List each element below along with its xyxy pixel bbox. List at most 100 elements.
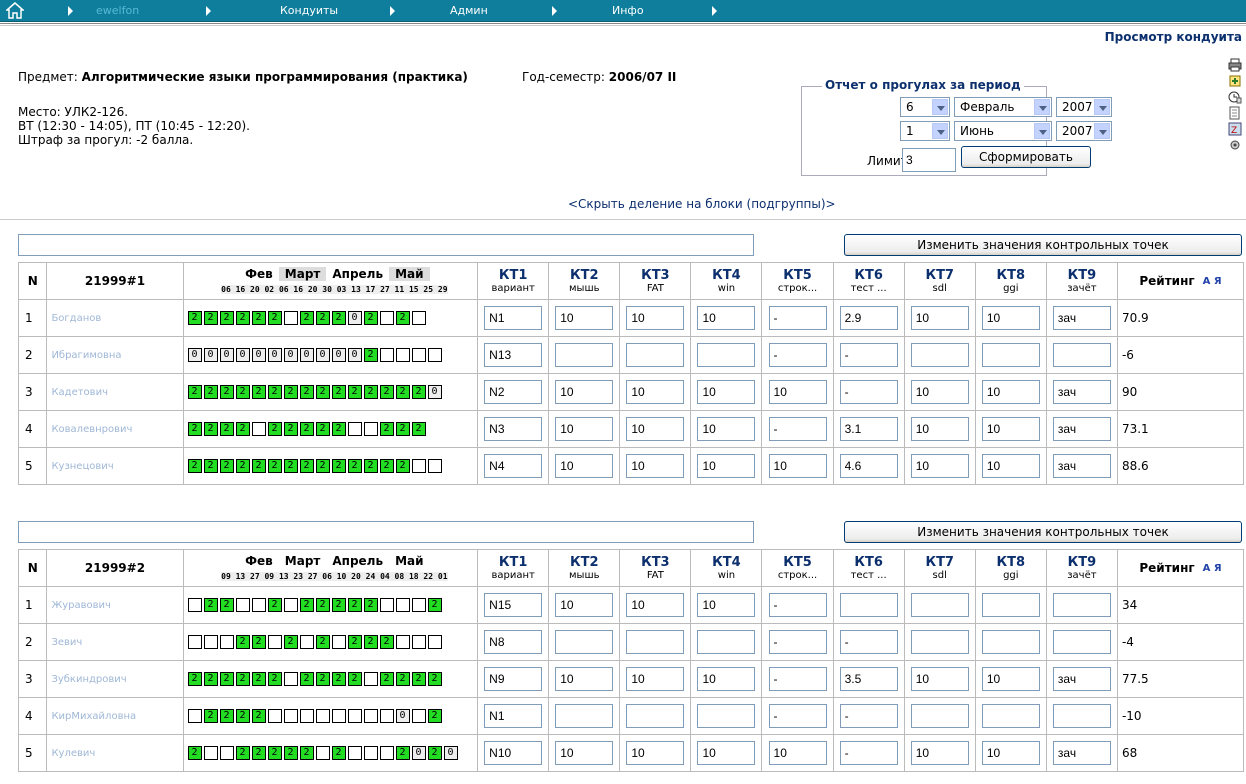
kt3-input[interactable]	[626, 380, 685, 404]
kt8-input[interactable]	[981, 630, 1040, 654]
attendance-box[interactable]: 2	[251, 672, 266, 687]
kt5-input[interactable]	[768, 306, 827, 330]
kt3-input[interactable]	[626, 417, 685, 441]
attendance-box[interactable]: 2	[315, 459, 330, 474]
kt5-input[interactable]	[768, 741, 827, 765]
attendance-box[interactable]: 2	[219, 459, 234, 474]
student-name[interactable]: Богданов	[46, 299, 184, 337]
kt6-input[interactable]	[839, 741, 898, 765]
kt6-input[interactable]	[839, 704, 898, 728]
attendance-box[interactable]	[379, 598, 394, 613]
column-kt7[interactable]: КТ7 sdl	[903, 549, 976, 587]
kt3-input[interactable]	[626, 630, 685, 654]
attendance-box[interactable]: 2	[427, 672, 442, 687]
column-kt6[interactable]: КТ6 тест ...	[832, 262, 905, 300]
kt1-input[interactable]	[484, 343, 543, 367]
kt5-input[interactable]	[768, 630, 827, 654]
kt2-input[interactable]	[555, 667, 614, 691]
attendance-box[interactable]: 2	[331, 311, 346, 326]
attendance-box[interactable]: 2	[203, 311, 218, 326]
settings-icon[interactable]	[1228, 138, 1242, 152]
attendance-box[interactable]	[395, 635, 410, 650]
attendance-box[interactable]	[379, 348, 394, 363]
kt7-input[interactable]	[910, 306, 969, 330]
kt3-input[interactable]	[626, 704, 685, 728]
column-rating[interactable]: Рейтинг А Я	[1116, 262, 1245, 300]
kt9-input[interactable]	[1052, 741, 1111, 765]
attendance-box[interactable]	[283, 311, 298, 326]
attendance-box[interactable]	[235, 598, 250, 613]
attendance-box[interactable]	[283, 672, 298, 687]
attendance-box[interactable]: 2	[203, 422, 218, 437]
attendance-box[interactable]: 2	[219, 672, 234, 687]
to-year-select[interactable]: 2007	[1056, 121, 1112, 141]
attendance-box[interactable]: 2	[379, 459, 394, 474]
kt2-input[interactable]	[555, 417, 614, 441]
attendance-box[interactable]	[283, 598, 298, 613]
attendance-box[interactable]: 2	[203, 709, 218, 724]
attendance-box[interactable]: 2	[235, 459, 250, 474]
kt4-input[interactable]	[697, 306, 756, 330]
kt4-input[interactable]	[697, 741, 756, 765]
attendance-box[interactable]: 0	[411, 746, 426, 761]
kt8-input[interactable]	[981, 704, 1040, 728]
column-kt7[interactable]: КТ7 sdl	[903, 262, 976, 300]
sort-icon[interactable]: А Я	[1203, 564, 1222, 574]
attendance-box[interactable]: 2	[315, 635, 330, 650]
column-kt1[interactable]: КТ1 вариант	[477, 262, 550, 300]
attendance-box[interactable]: 2	[203, 672, 218, 687]
kt4-input[interactable]	[697, 704, 756, 728]
kt4-input[interactable]	[697, 454, 756, 478]
student-name[interactable]: Журавович	[46, 586, 184, 624]
attendance-box[interactable]	[363, 709, 378, 724]
attendance-box[interactable]: 2	[315, 672, 330, 687]
attendance-box[interactable]: 2	[251, 709, 266, 724]
kt1-input[interactable]	[484, 741, 543, 765]
attendance-box[interactable]: 2	[219, 311, 234, 326]
column-kt3[interactable]: КТ3 FAT	[619, 549, 692, 587]
kt1-input[interactable]	[484, 593, 543, 617]
attendance-box[interactable]: 2	[411, 422, 426, 437]
attendance-box[interactable]: 2	[203, 385, 218, 400]
from-day-select[interactable]: 6	[900, 97, 950, 117]
kt3-input[interactable]	[626, 741, 685, 765]
kt1-input[interactable]	[484, 380, 543, 404]
kt5-input[interactable]	[768, 593, 827, 617]
kt8-input[interactable]	[981, 343, 1040, 367]
kt4-input[interactable]	[697, 417, 756, 441]
attendance-box[interactable]: 2	[219, 385, 234, 400]
attendance-box[interactable]: 2	[331, 422, 346, 437]
attendance-box[interactable]: 2	[347, 385, 362, 400]
attendance-box[interactable]	[427, 635, 442, 650]
column-kt5[interactable]: КТ5 строк...	[761, 262, 834, 300]
attendance-box[interactable]: 0	[427, 385, 442, 400]
kt5-input[interactable]	[768, 454, 827, 478]
attendance-box[interactable]	[411, 459, 426, 474]
attendance-box[interactable]: 2	[379, 635, 394, 650]
attendance-box[interactable]: 2	[251, 311, 266, 326]
kt9-input[interactable]	[1052, 704, 1111, 728]
to-day-select[interactable]: 1	[900, 121, 950, 141]
nav-item-info[interactable]: Инфо	[612, 4, 644, 17]
attendance-box[interactable]	[251, 598, 266, 613]
kt9-input[interactable]	[1052, 343, 1111, 367]
attendance-box[interactable]: 2	[395, 422, 410, 437]
attendance-box[interactable]: 0	[235, 348, 250, 363]
attendance-box[interactable]: 2	[283, 635, 298, 650]
attendance-box[interactable]: 0	[283, 348, 298, 363]
from-month-select[interactable]: Февраль	[954, 97, 1052, 117]
attendance-box[interactable]: 2	[283, 746, 298, 761]
sort-icon[interactable]: А Я	[1203, 277, 1222, 287]
attendance-box[interactable]: 2	[395, 672, 410, 687]
attendance-box[interactable]: 2	[267, 459, 282, 474]
attendance-box[interactable]	[411, 348, 426, 363]
attendance-box[interactable]: 2	[203, 598, 218, 613]
column-kt9[interactable]: КТ9 зачёт	[1045, 549, 1118, 587]
kt3-input[interactable]	[626, 306, 685, 330]
kt1-input[interactable]	[484, 306, 543, 330]
attendance-box[interactable]: 2	[219, 709, 234, 724]
kt3-input[interactable]	[626, 343, 685, 367]
kt6-input[interactable]	[839, 343, 898, 367]
attendance-box[interactable]	[347, 709, 362, 724]
attendance-box[interactable]: 2	[235, 385, 250, 400]
